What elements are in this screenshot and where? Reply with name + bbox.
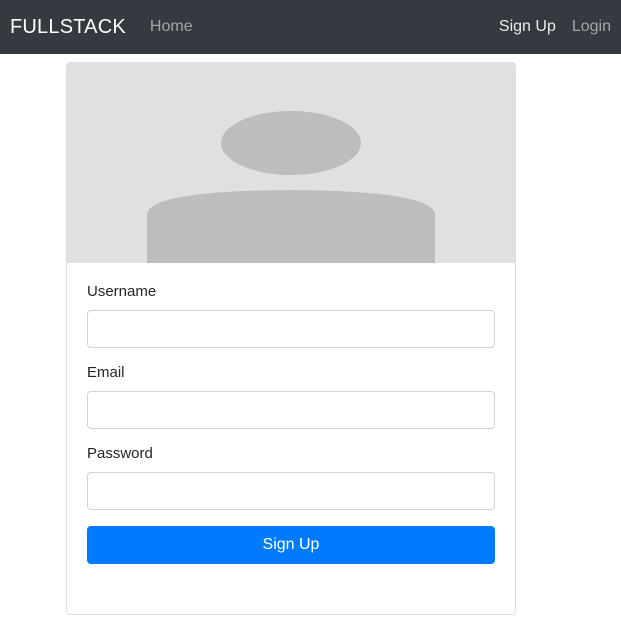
password-label: Password	[87, 445, 153, 462]
signup-card: Username Email Password Sign Up	[66, 62, 516, 615]
email-label: Email	[87, 364, 125, 381]
nav-signup-link[interactable]: Sign Up	[499, 18, 556, 36]
password-input[interactable]	[87, 472, 495, 510]
nav-login-link[interactable]: Login	[572, 18, 611, 36]
top-navbar: FULLSTACK Home Sign Up Login	[0, 0, 621, 54]
brand-link[interactable]: FULLSTACK	[10, 16, 126, 39]
card-image	[67, 63, 515, 263]
email-input[interactable]	[87, 391, 495, 429]
username-group: Username	[87, 283, 495, 348]
card-body: Username Email Password Sign Up	[67, 263, 515, 564]
email-group: Email	[87, 364, 495, 429]
password-group: Password	[87, 445, 495, 510]
nav-home-link[interactable]: Home	[150, 18, 193, 36]
nav-right-group: Sign Up Login	[499, 18, 611, 36]
username-label: Username	[87, 283, 157, 300]
username-input[interactable]	[87, 310, 495, 348]
signup-submit-button[interactable]: Sign Up	[87, 526, 495, 564]
user-placeholder-icon	[147, 111, 435, 263]
